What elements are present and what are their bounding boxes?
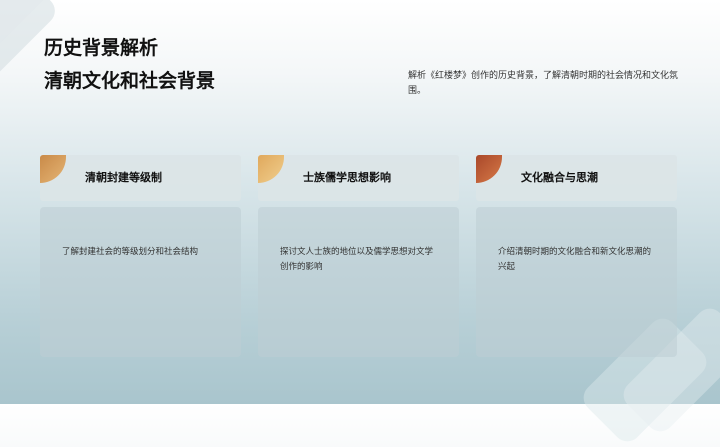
card-accent-tab <box>40 155 66 183</box>
card-header-culture: 文化融合与思潮 <box>476 155 677 201</box>
card-body-feudal: 了解封建社会的等级划分和社会结构 <box>40 207 241 357</box>
card-description: 探讨文人士族的地位以及儒学思想对文学创作的影响 <box>280 247 434 272</box>
card-description: 介绍清朝时期的文化融合和新文化思潮的兴起 <box>498 247 652 272</box>
card-accent-tab <box>258 155 284 183</box>
card-body-culture: 介绍清朝时期的文化融合和新文化思潮的兴起 <box>476 207 677 357</box>
card-title: 文化融合与思潮 <box>521 171 598 184</box>
page-title: 历史背景解析 <box>44 37 159 59</box>
card-accent-tab <box>476 155 502 183</box>
card-description: 了解封建社会的等级划分和社会结构 <box>62 247 199 257</box>
card-title: 士族儒学思想影响 <box>303 171 391 184</box>
card-body-confucian: 探讨文人士族的地位以及儒学思想对文学创作的影响 <box>258 207 459 357</box>
card-header-confucian: 士族儒学思想影响 <box>258 155 459 201</box>
card-title: 清朝封建等级制 <box>85 171 162 184</box>
page-subtitle: 清朝文化和社会背景 <box>44 70 216 92</box>
intro-text: 解析《红楼梦》创作的历史背景，了解清朝时期的社会情况和文化氛围。 <box>408 71 679 96</box>
card-header-feudal: 清朝封建等级制 <box>40 155 241 201</box>
